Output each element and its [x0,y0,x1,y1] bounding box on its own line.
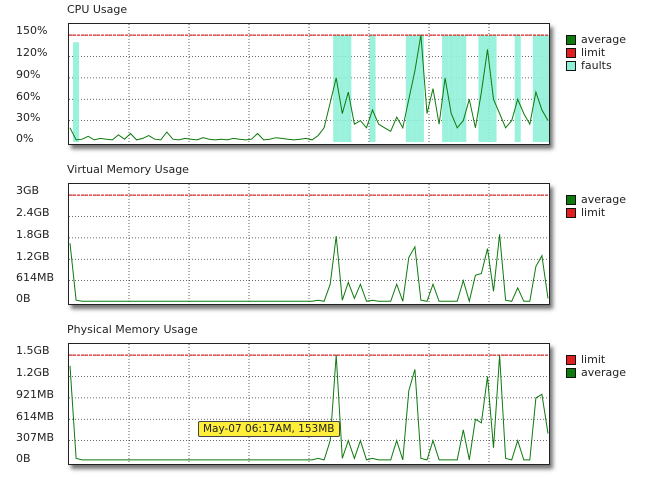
hover-tooltip: May-07 06:17AM, 153MB [198,421,340,437]
legend-average[interactable]: average [566,366,626,379]
cpu-ytick-3: 60% [16,90,41,103]
vm-ytick-5: 0B [16,292,31,305]
faults-bar [369,35,376,142]
cpu-usage-plot[interactable] [68,23,550,145]
legend-limit-swatch [566,47,576,58]
legend-limit[interactable]: limit [566,46,626,59]
legend-faults-label: faults [581,59,612,72]
faults-bar [411,35,418,142]
legend-limit-label: limit [581,46,606,59]
vm-legend: average limit [566,193,626,219]
vm-ytick-0: 3GB [16,184,40,197]
vm-ytick-2: 1.8GB [16,228,50,241]
pm-ytick-1: 1.2GB [16,366,50,379]
faults-bar [448,35,455,142]
legend-average-swatch [566,194,576,205]
faults-bar [490,35,497,142]
legend-average-label: average [581,193,627,206]
faults-bar [460,35,467,142]
legend-limit[interactable]: limit [566,206,626,219]
cpu-usage-chart [69,24,549,144]
virtual-memory-title: Virtual Memory Usage [67,163,189,176]
faults-bar [73,42,80,142]
faults-bar [538,35,545,142]
cpu-legend: average limit faults [566,33,626,72]
pm-ytick-3: 614MB [16,410,55,423]
physical-memory-title: Physical Memory Usage [67,323,198,336]
legend-faults-swatch [566,60,576,71]
faults-bar [339,35,346,142]
physical-memory-chart [69,344,549,464]
physical-memory-plot[interactable] [68,343,550,465]
legend-limit[interactable]: limit [566,353,626,366]
legend-average[interactable]: average [566,193,626,206]
cpu-usage-panel: CPU Usage 150% 120% 90% 60% 30% 0% avera… [0,0,665,160]
legend-average-swatch [566,34,576,45]
virtual-memory-plot[interactable] [68,183,550,305]
cpu-ytick-2: 90% [16,68,41,81]
faults-bar [345,35,352,142]
vm-ytick-4: 614MB [16,271,55,284]
legend-average-label: average [581,366,627,379]
cpu-ytick-0: 150% [16,24,48,37]
legend-limit-swatch [566,354,576,365]
faults-bar [544,35,549,142]
faults-bar [532,35,539,142]
legend-average-label: average [581,33,627,46]
pm-ytick-5: 0B [16,452,31,465]
faults-bar [514,35,521,142]
faults-bar [417,35,424,142]
virtual-memory-chart [69,184,549,304]
legend-limit-swatch [566,207,576,218]
virtual-memory-panel: Virtual Memory Usage 3GB 2.4GB 1.8GB 1.2… [0,160,665,320]
cpu-ytick-5: 0% [16,132,34,145]
cpu-usage-title: CPU Usage [67,3,128,16]
pm-ytick-2: 921MB [16,388,55,401]
legend-average-swatch [566,367,576,378]
cpu-ytick-4: 30% [16,111,41,124]
pm-legend: limit average [566,353,626,379]
legend-faults[interactable]: faults [566,59,626,72]
legend-limit-label: limit [581,206,606,219]
vm-ytick-1: 2.4GB [16,206,50,219]
pm-ytick-0: 1.5GB [16,344,50,357]
physical-memory-panel: Physical Memory Usage 1.5GB 1.2GB 921MB … [0,320,665,480]
pm-ytick-4: 307MB [16,431,55,444]
legend-limit-label: limit [581,353,606,366]
cpu-ytick-1: 120% [16,46,48,59]
vm-ytick-3: 1.2GB [16,250,50,263]
legend-average[interactable]: average [566,33,626,46]
